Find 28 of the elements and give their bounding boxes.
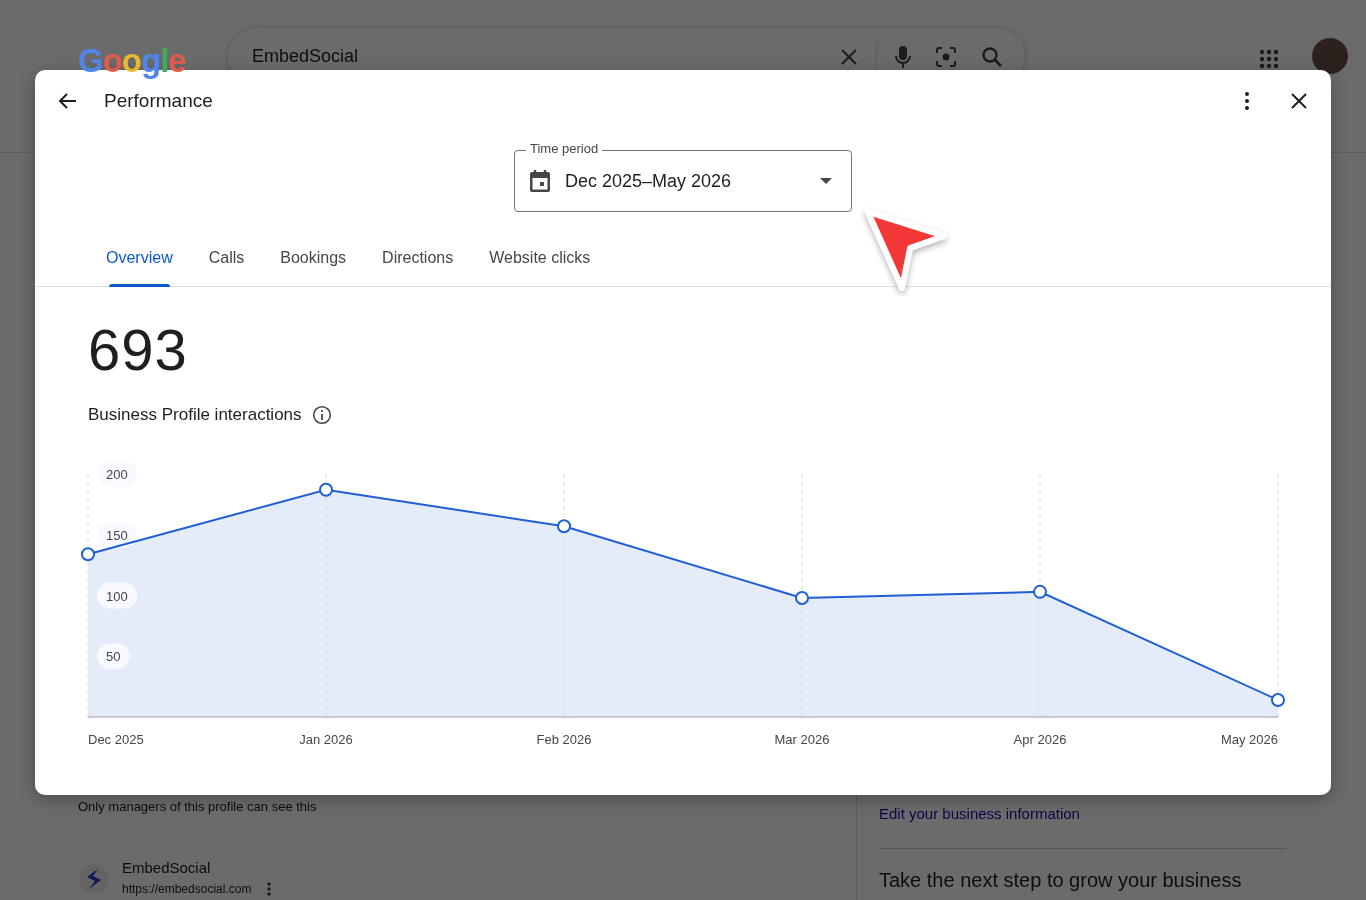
tab[interactable]: Website clicks [471,246,609,287]
search-field[interactable]: EmbedSocial [250,42,832,71]
y-axis-label: 50 [97,642,130,669]
dialog-title: Performance [104,88,213,113]
y-tick-label: 200 [106,466,128,482]
tab[interactable]: Bookings [262,246,365,287]
business-url: https://embedsocial.com [122,881,252,896]
y-tick-label: 100 [106,588,128,603]
x-axis-label: Feb 2026 [536,731,592,747]
business-name: EmbedSocial [122,858,212,877]
field-label: Time period [526,141,603,157]
y-axis-label: 200 [97,461,138,487]
section-heading: Take the next step to grow your business [879,867,1243,893]
tab[interactable]: Overview [88,246,191,287]
x-axis-label: May 2026 [1220,731,1278,747]
y-tick-label: 150 [106,527,128,543]
x-axis-label: Dec 2025 [88,731,144,747]
x-axis-label: Apr 2026 [1013,731,1067,747]
y-axis-label: 100 [97,582,138,608]
notice-text: Only managers of this profile can see this [78,798,318,816]
tab[interactable]: Directions [364,246,472,287]
x-axis-label: Jan 2026 [299,731,353,747]
x-axis-label: Mar 2026 [774,731,830,747]
total-count: 693 [88,321,189,379]
tab[interactable]: Calls [190,246,263,287]
y-axis-label: 150 [97,521,138,548]
y-tick-label: 50 [106,648,121,664]
metric-label: Business Profile interactions [88,404,302,426]
